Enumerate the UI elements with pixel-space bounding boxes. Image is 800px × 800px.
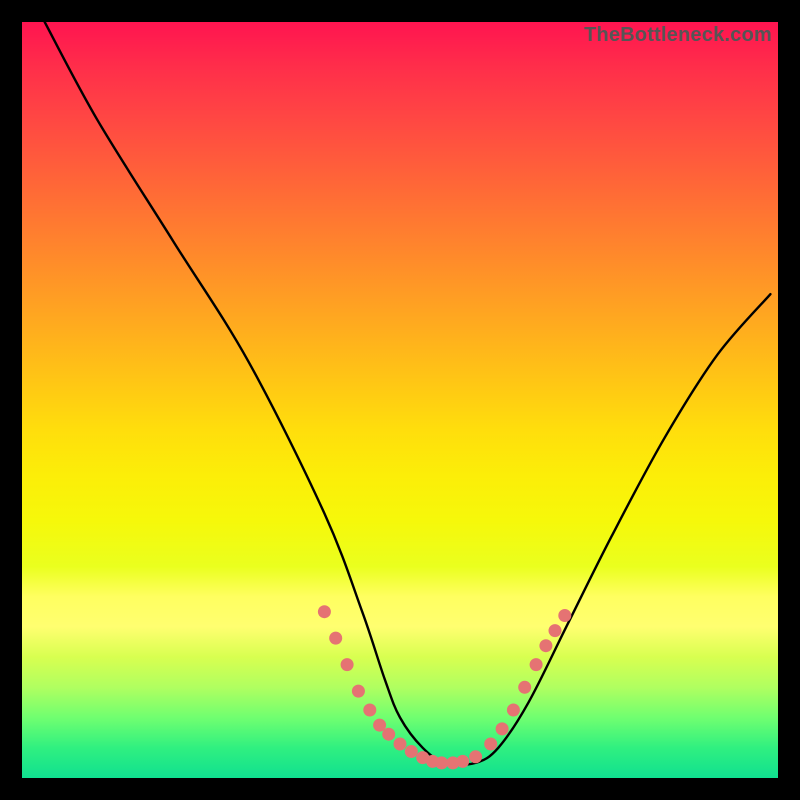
highlight-dot — [435, 756, 448, 769]
highlight-dot — [352, 685, 365, 698]
highlight-dot — [518, 681, 531, 694]
highlight-dot — [456, 755, 469, 768]
highlight-dot — [530, 658, 543, 671]
highlight-dot — [318, 605, 331, 618]
highlight-dot — [405, 745, 418, 758]
highlight-dots-layer — [22, 22, 778, 778]
highlight-dot — [558, 609, 571, 622]
highlight-dot — [341, 658, 354, 671]
highlight-dot — [507, 704, 520, 717]
highlight-dot — [394, 738, 407, 751]
highlight-dot — [549, 624, 562, 637]
highlight-dot — [469, 750, 482, 763]
highlight-dots — [318, 605, 571, 769]
highlight-dot — [539, 639, 552, 652]
chart-frame: TheBottleneck.com — [22, 22, 778, 778]
highlight-dot — [363, 704, 376, 717]
highlight-dot — [329, 632, 342, 645]
highlight-dot — [382, 728, 395, 741]
highlight-dot — [496, 722, 509, 735]
highlight-dot — [484, 738, 497, 751]
watermark-label: TheBottleneck.com — [584, 24, 772, 47]
